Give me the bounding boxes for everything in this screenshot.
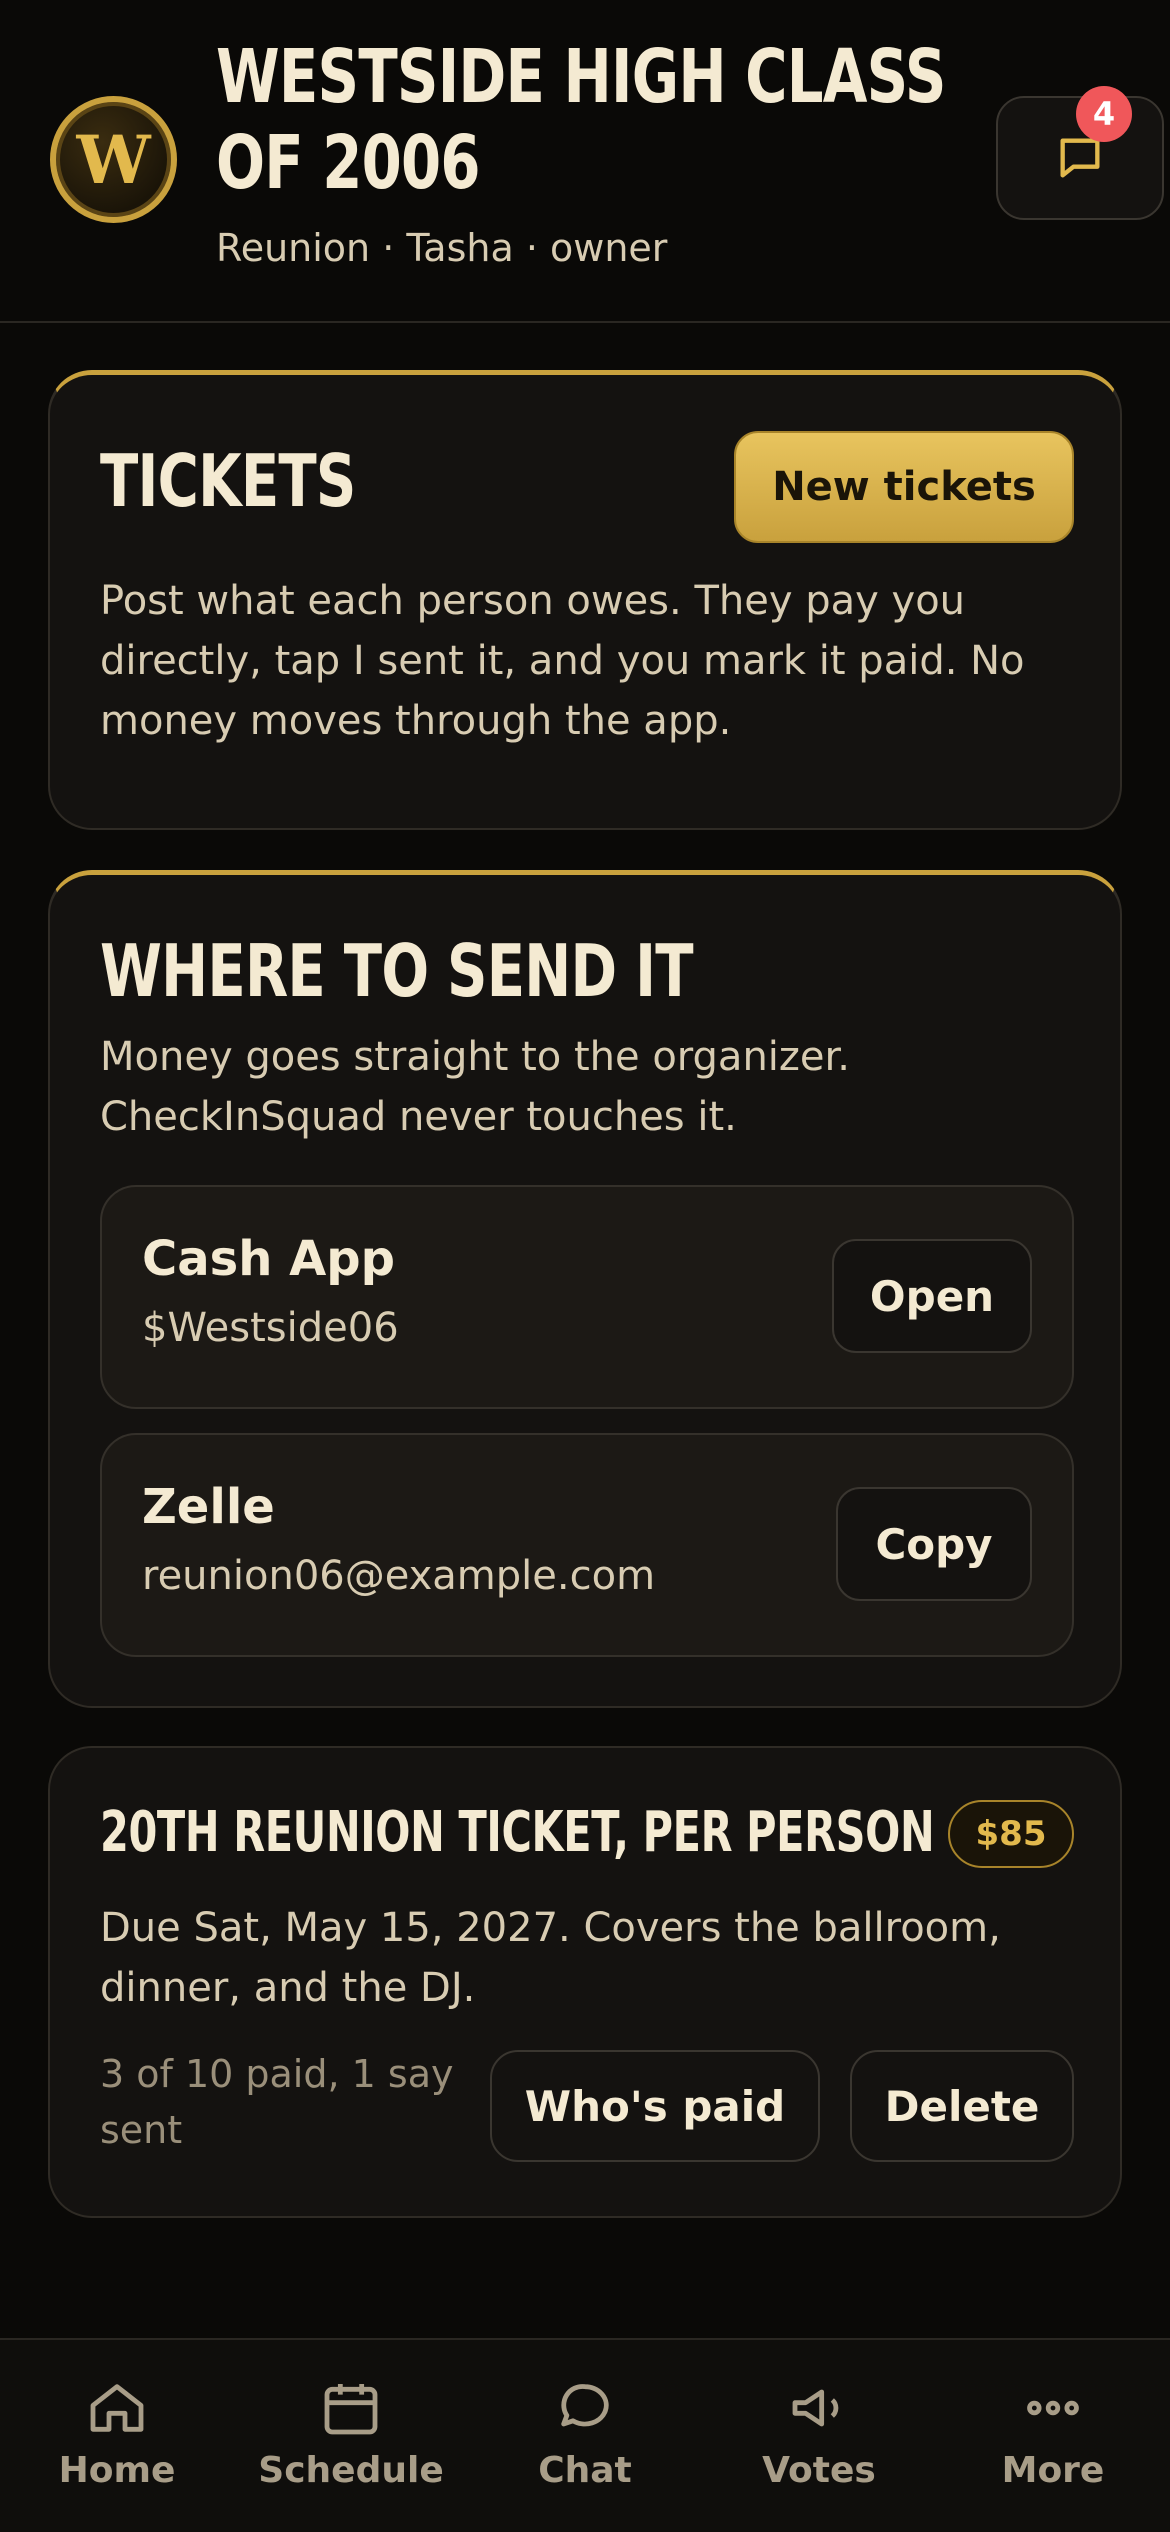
nav-label: More	[1001, 2450, 1105, 2491]
nav-label: Chat	[538, 2450, 632, 2491]
tickets-card: TICKETS New tickets Post what each perso…	[48, 370, 1122, 830]
tickets-description: Post what each person owes. They pay you…	[100, 578, 1025, 744]
tickets-heading: TICKETS	[100, 439, 356, 523]
new-tickets-button[interactable]: New tickets	[734, 431, 1074, 543]
nav-more[interactable]: More	[936, 2340, 1170, 2532]
ticket-item-card: 20TH REUNION TICKET, PER PERSON $85 Due …	[48, 1746, 1122, 2218]
price-badge: $85	[948, 1800, 1074, 1868]
nav-votes[interactable]: Votes	[702, 2340, 936, 2532]
payment-method-name: Zelle	[142, 1479, 275, 1535]
payment-method-name: Cash App	[142, 1231, 395, 1287]
nav-label: Home	[58, 2450, 176, 2491]
payment-status: 3 of 10 paid, 1 say sent	[100, 2052, 454, 2152]
send-heading: WHERE TO SEND IT	[100, 929, 694, 1013]
send-money-card: WHERE TO SEND IT Money goes straight to …	[48, 870, 1122, 1708]
ticket-description: Due Sat, May 15, 2027. Covers the ballro…	[100, 1905, 1001, 2011]
payment-method-handle: reunion06@example.com	[142, 1553, 656, 1599]
app-screen: W WESTSIDE HIGH CLASS OF 2006 Reunion · …	[0, 0, 1170, 2532]
header: W WESTSIDE HIGH CLASS OF 2006 Reunion · …	[0, 0, 1170, 323]
copy-zelle-button[interactable]: Copy	[836, 1487, 1032, 1601]
group-logo: W	[50, 96, 177, 223]
send-description: Money goes straight to the organizer. Ch…	[100, 1034, 850, 1140]
payment-method-zelle: Zelle reunion06@example.com Copy	[100, 1433, 1074, 1657]
logo-letter: W	[76, 120, 151, 199]
nav-schedule[interactable]: Schedule	[234, 2340, 468, 2532]
payment-method-handle: $Westside06	[142, 1305, 399, 1351]
nav-label: Votes	[762, 2450, 876, 2491]
bottom-nav: Home Schedule Chat Votes More	[0, 2338, 1170, 2532]
more-icon	[1027, 2400, 1079, 2416]
delete-ticket-button[interactable]: Delete	[850, 2050, 1074, 2162]
nav-home[interactable]: Home	[0, 2340, 234, 2532]
payment-method-cashapp: Cash App $Westside06 Open	[100, 1185, 1074, 1409]
home-icon	[90, 2384, 144, 2432]
whos-paid-button[interactable]: Who's paid	[490, 2050, 820, 2162]
ticket-name: 20TH REUNION TICKET, PER PERSON	[100, 1800, 935, 1865]
page-title: WESTSIDE HIGH CLASS OF 2006	[216, 34, 946, 206]
page-subtitle: Reunion · Tasha · owner	[216, 226, 668, 270]
nav-chat[interactable]: Chat	[468, 2340, 702, 2532]
calendar-icon	[324, 2384, 378, 2435]
megaphone-icon	[792, 2389, 839, 2427]
open-cashapp-button[interactable]: Open	[832, 1239, 1032, 1353]
nav-label: Schedule	[258, 2450, 444, 2491]
notification-badge: 4	[1076, 86, 1132, 142]
chat-icon	[561, 2384, 609, 2427]
